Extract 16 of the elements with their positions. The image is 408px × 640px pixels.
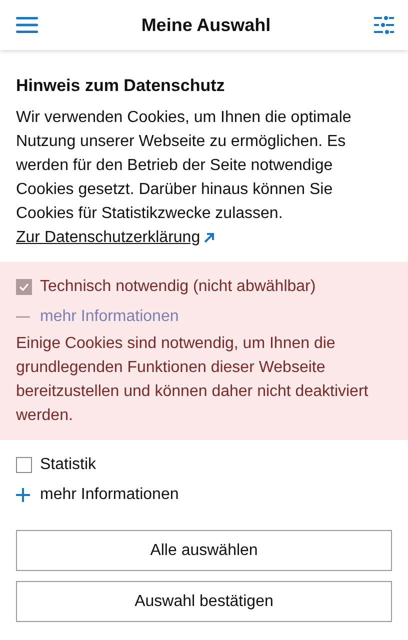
checkbox[interactable] [16,457,32,473]
privacy-link[interactable]: Zur Datenschutzerklärung [16,226,216,250]
category-description: Einige Cookies sind notwendig, um Ihnen die grundlegenden Funktionen dieser Webseite bereitzustellen und können daher nicht deaktiviert werden. [16,334,370,426]
notice-heading: Hinweis zum Datenschutz [16,76,226,96]
page-title: Meine Auswahl [141,14,271,36]
notice-text: Wir verwenden Cookies, um Ihnen die optimale Nutzung unserer Webseite zu ermöglichen. Es werden für den Betrieb der Seite notwendige Cookies gesetzt. Darüber hinaus können Sie Cookies für Statistikzwecke zulassen. [16,108,352,224]
category-label: Statistik [40,456,96,474]
action-button[interactable]: Alle auswählen [16,530,392,571]
more-info-toggle[interactable]: mehr Informationen [16,480,179,510]
plus-icon [16,488,30,502]
category-label: Technisch notwendig (nicht abwählbar) [40,278,316,296]
menu-icon[interactable] [16,17,38,33]
filter-icon[interactable] [374,16,394,34]
checkmark-icon [19,283,29,291]
external-link-icon [203,232,216,244]
action-button[interactable]: Auswahl bestätigen [16,581,392,622]
